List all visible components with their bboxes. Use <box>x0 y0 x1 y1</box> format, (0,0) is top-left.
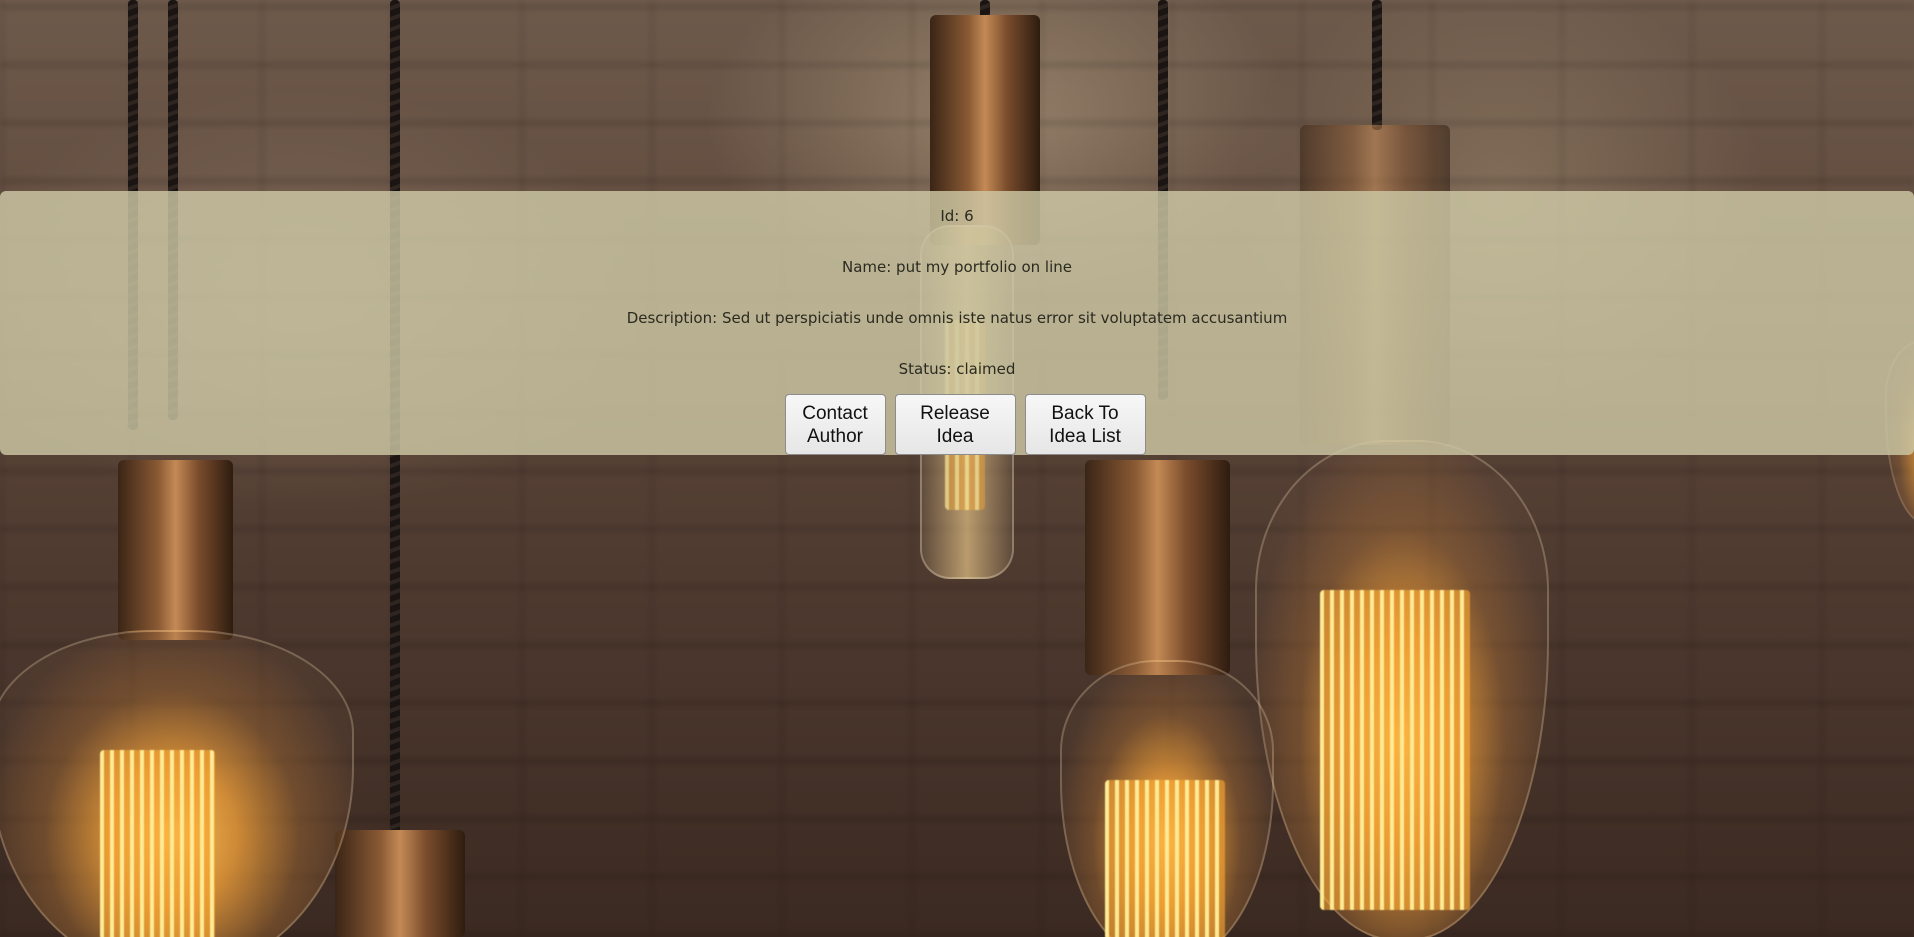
idea-id: Id: 6 <box>940 207 974 225</box>
idea-name: Name: put my portfolio on line <box>841 258 1073 276</box>
bulb-socket <box>335 830 465 937</box>
action-buttons: Contact Author Release Idea Back To Idea… <box>0 394 1914 455</box>
contact-author-label-line2: Author <box>807 425 863 447</box>
idea-description: Description: Sed ut perspiciatis unde om… <box>626 309 1288 327</box>
back-to-idea-list-label-line1: Back To <box>1051 402 1119 424</box>
bulb-socket <box>1085 460 1230 675</box>
release-idea-label-line2: Idea <box>936 425 974 447</box>
idea-status: Status: claimed <box>898 360 1016 378</box>
release-idea-button[interactable]: Release Idea <box>894 394 1016 455</box>
contact-author-label-line1: Contact <box>802 402 868 424</box>
idea-details-panel: Id: 6 Name: put my portfolio on line Des… <box>0 191 1914 455</box>
bulb-socket <box>118 460 233 640</box>
bulb-filament <box>100 750 215 937</box>
bulb-filament <box>1105 780 1225 937</box>
back-to-idea-list-label-line2: Idea List <box>1049 425 1121 447</box>
release-idea-label-line1: Release <box>920 402 990 424</box>
contact-author-button[interactable]: Contact Author <box>784 394 886 455</box>
bulb-filament <box>1320 590 1470 910</box>
bulb-cord <box>1372 0 1382 130</box>
background-image <box>0 0 1914 937</box>
back-to-idea-list-button[interactable]: Back To Idea List <box>1024 394 1146 455</box>
